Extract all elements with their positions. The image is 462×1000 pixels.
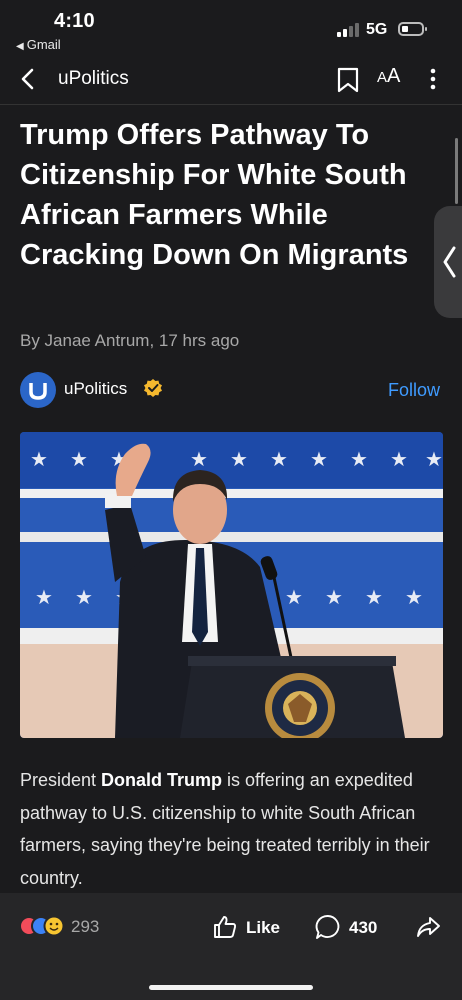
svg-text:★: ★	[75, 585, 93, 609]
svg-text:★: ★	[390, 447, 408, 471]
article-body-paragraph: President Donald Trump is offering an ex…	[20, 764, 432, 894]
share-arrow-icon	[417, 917, 440, 937]
chevron-left-icon	[21, 68, 34, 90]
back-button[interactable]	[14, 64, 44, 94]
svg-text:★: ★	[310, 447, 328, 471]
status-bar: 4:10 ◀ Gmail 5G	[0, 0, 462, 56]
more-vertical-icon	[430, 68, 436, 90]
back-triangle-icon: ◀	[16, 41, 24, 52]
publisher-logo[interactable]	[20, 372, 56, 408]
svg-text:★: ★	[70, 447, 88, 471]
body-bold-name[interactable]: Donald Trump	[101, 770, 222, 790]
nav-bar: uPolitics AA	[0, 56, 462, 105]
publisher-name[interactable]: uPolitics	[64, 379, 127, 399]
bottom-action-bar: 293 Like 430	[0, 893, 462, 1000]
bookmark-button[interactable]	[336, 66, 360, 94]
share-button[interactable]	[415, 914, 441, 940]
reaction-count: 293	[71, 917, 100, 936]
svg-text:★: ★	[230, 447, 248, 471]
back-to-app-link[interactable]: ◀ Gmail	[16, 37, 61, 52]
status-time: 4:10	[54, 10, 95, 32]
svg-text:★: ★	[270, 447, 288, 471]
network-label: 5G	[366, 21, 388, 38]
thumbs-up-icon	[214, 916, 237, 938]
home-indicator[interactable]	[149, 985, 313, 990]
body-prefix: President	[20, 770, 102, 790]
battery-icon	[398, 22, 427, 36]
svg-text:★: ★	[190, 447, 208, 471]
publisher-row: uPolitics Follow	[20, 371, 442, 409]
svg-text:★: ★	[425, 447, 443, 471]
comment-count: 430	[349, 918, 378, 937]
article-byline: By Janae Antrum, 17 hrs ago	[20, 331, 240, 350]
hero-photo: ★★★ ★★★ ★★★★ ★★★ ★★★★	[20, 432, 443, 738]
svg-text:★: ★	[350, 447, 368, 471]
scroll-indicator	[455, 138, 458, 204]
upolitics-logo-icon	[29, 383, 47, 400]
like-label: Like	[246, 918, 281, 937]
svg-text:★: ★	[30, 447, 48, 471]
follow-button[interactable]: Follow	[388, 380, 440, 401]
svg-text:★: ★	[405, 585, 423, 609]
svg-text:★: ★	[285, 585, 303, 609]
comment-bubble-icon	[315, 915, 340, 939]
svg-text:★: ★	[325, 585, 343, 609]
svg-text:★: ★	[365, 585, 383, 609]
article-hero-image[interactable]: ★★★ ★★★ ★★★★ ★★★ ★★★★	[20, 432, 443, 738]
side-drawer-handle[interactable]	[434, 206, 462, 318]
text-size-button[interactable]: AA	[377, 65, 400, 88]
signal-icon	[337, 23, 361, 37]
article-headline: Trump Offers Pathway To Citizenship For …	[20, 119, 409, 271]
verified-badge-icon	[143, 378, 163, 398]
reaction-emojis-icon	[19, 915, 65, 937]
nav-title: uPolitics	[58, 68, 129, 89]
bookmark-icon	[337, 67, 359, 93]
chevron-left-small-icon	[443, 246, 456, 278]
svg-text:★: ★	[35, 585, 53, 609]
back-app-label: Gmail	[26, 37, 61, 52]
more-options-button[interactable]	[425, 66, 441, 92]
reactions-summary[interactable]	[18, 915, 66, 937]
text-size-small-label: A	[377, 69, 388, 86]
text-size-large-label: A	[387, 65, 401, 87]
